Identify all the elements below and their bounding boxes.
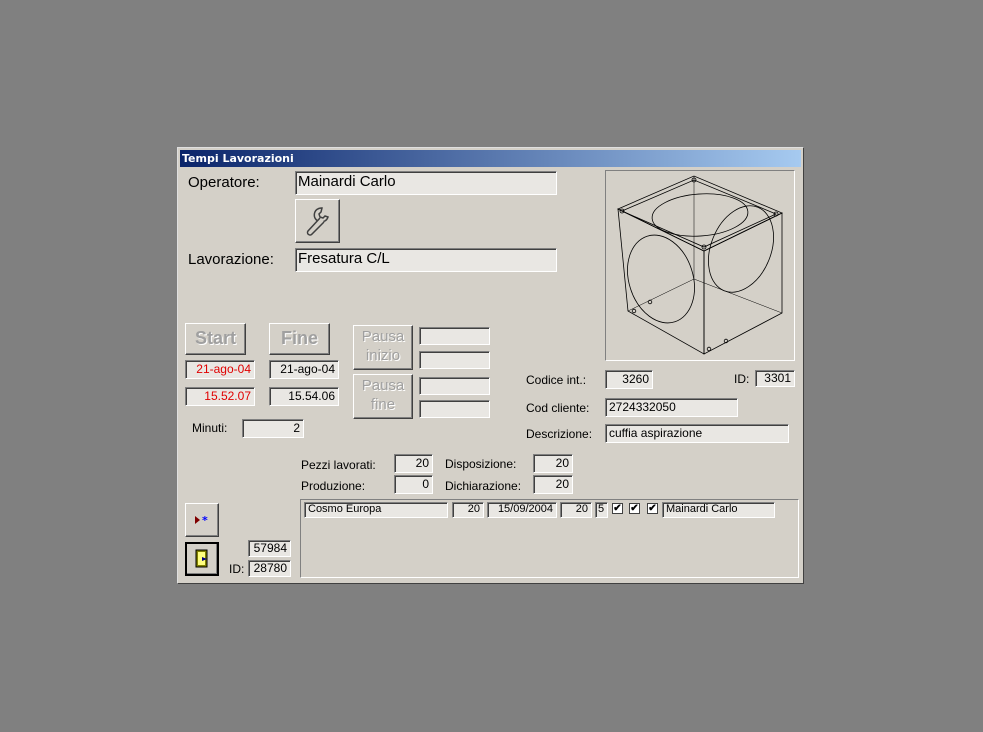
lavorazione-field[interactable]: Fresatura C/L: [295, 248, 557, 272]
pausa-fine-field-1[interactable]: [419, 377, 490, 395]
footer-id-label: ID:: [229, 562, 245, 576]
id-articolo-field[interactable]: 3301: [755, 370, 795, 387]
subform-qta2-field[interactable]: 20: [560, 502, 592, 518]
pausa-fine-line1: Pausa: [361, 377, 405, 394]
lavorazione-label: Lavorazione:: [188, 251, 274, 268]
window-title: Tempi Lavorazioni: [180, 150, 801, 167]
subform-qta-field[interactable]: 20: [452, 502, 484, 518]
record-number-field[interactable]: 57984: [248, 540, 291, 557]
pausa-inizio-field-1[interactable]: [419, 327, 490, 345]
produzione-label: Produzione:: [301, 479, 366, 493]
descrizione-field[interactable]: cuffia aspirazione: [605, 424, 789, 443]
wrench-icon: [306, 207, 329, 236]
subform-operatore-field[interactable]: Mainardi Carlo: [662, 502, 775, 518]
start-button[interactable]: Start: [185, 323, 246, 355]
subform-checkbox-3[interactable]: ✔: [647, 503, 658, 514]
tempi-lavorazioni-window: Tempi Lavorazioni Operatore: Mainardi Ca…: [177, 147, 804, 584]
pausa-inizio-button[interactable]: Pausa inizio: [353, 325, 413, 370]
lavorazioni-subform: Cosmo Europa 20 15/09/2004 20 5 ✔ ✔ ✔ Ma…: [300, 499, 799, 578]
exit-door-icon: [195, 549, 208, 568]
id-articolo-label: ID:: [734, 372, 750, 386]
start-time-field[interactable]: 15.52.07: [185, 387, 255, 406]
operatore-field[interactable]: Mainardi Carlo: [295, 171, 557, 195]
subform-data-field[interactable]: 15/09/2004: [487, 502, 557, 518]
minuti-label: Minuti:: [192, 421, 228, 435]
disposizione-label: Disposizione:: [445, 457, 517, 471]
codice-int-field[interactable]: 3260: [605, 370, 653, 389]
disposizione-field[interactable]: 20: [533, 454, 573, 473]
start-date-field[interactable]: 21-ago-04: [185, 360, 255, 379]
cube-part-drawing: [617, 175, 783, 355]
cod-cliente-label: Cod cliente:: [526, 401, 590, 415]
part-drawing-image: [605, 170, 795, 361]
codice-int-label: Codice int.:: [526, 373, 587, 387]
cod-cliente-field[interactable]: 2724332050: [605, 398, 738, 417]
pausa-inizio-field-2[interactable]: [419, 351, 490, 369]
produzione-field[interactable]: 0: [394, 475, 433, 494]
exit-button[interactable]: [185, 542, 219, 576]
fine-time-field[interactable]: 15.54.06: [269, 387, 339, 406]
pausa-fine-line2: fine: [370, 396, 396, 413]
footer-id-field[interactable]: 28780: [248, 560, 291, 577]
select-lavorazione-button[interactable]: [295, 199, 340, 243]
operatore-label: Operatore:: [188, 174, 260, 191]
subform-cliente-field[interactable]: Cosmo Europa: [304, 502, 448, 518]
fine-button[interactable]: Fine: [269, 323, 330, 355]
dichiarazione-field[interactable]: 20: [533, 475, 573, 494]
subform-num-field[interactable]: 5: [595, 502, 608, 518]
pausa-inizio-line2: inizio: [365, 347, 401, 364]
subform-checkbox-2[interactable]: ✔: [629, 503, 640, 514]
svg-text:*: *: [202, 514, 208, 527]
subform-row[interactable]: Cosmo Europa 20 15/09/2004 20 5 ✔ ✔ ✔ Ma…: [301, 500, 798, 518]
dichiarazione-label: Dichiarazione:: [445, 479, 522, 493]
descrizione-label: Descrizione:: [526, 427, 593, 441]
pezzi-lavorati-field[interactable]: 20: [394, 454, 433, 473]
subform-checkbox-1[interactable]: ✔: [612, 503, 623, 514]
pezzi-lavorati-label: Pezzi lavorati:: [301, 458, 376, 472]
pausa-inizio-line1: Pausa: [361, 328, 405, 345]
minuti-field[interactable]: 2: [242, 419, 304, 438]
fine-date-field[interactable]: 21-ago-04: [269, 360, 339, 379]
pausa-fine-button[interactable]: Pausa fine: [353, 374, 413, 419]
new-record-icon: *: [195, 514, 208, 527]
pausa-fine-field-2[interactable]: [419, 400, 490, 418]
new-record-button[interactable]: *: [185, 503, 219, 537]
